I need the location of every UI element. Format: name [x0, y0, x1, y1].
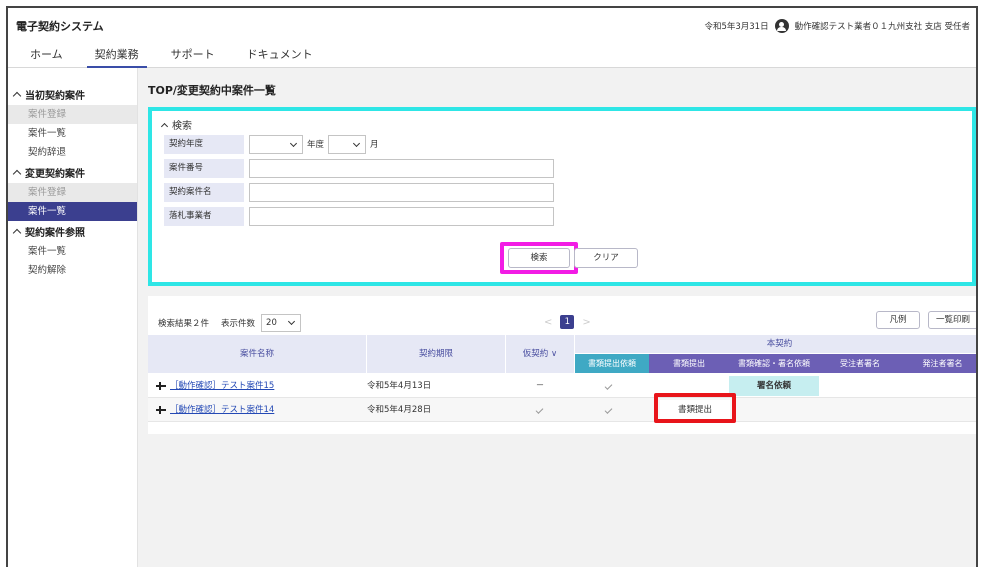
results-count: 検索結果２件 — [158, 319, 210, 329]
month-select[interactable] — [328, 134, 367, 154]
bidder-row: 落札事業者 — [164, 206, 554, 226]
bidder-label: 落札事業者 — [164, 206, 244, 226]
row-period: 令和5年4月28日 — [367, 405, 432, 415]
row-name-cell: ［動作確認］テスト案件15 — [156, 374, 274, 398]
sidebar-item-reference-list[interactable]: 案件一覧 — [8, 242, 137, 261]
main-content: TOP/変更契約中案件一覧 検索 契約年度 年度 月 案件番号 契約案件名 落札… — [138, 68, 976, 567]
case-number-row: 案件番号 — [164, 158, 554, 178]
status-badge: 署名依頼 — [729, 376, 819, 396]
year-row: 契約年度 年度 月 — [164, 134, 383, 154]
sidebar-group-initial[interactable]: 当初契約案件 — [8, 84, 137, 105]
sidebar: 当初契約案件 案件登録 案件一覧 契約辞退 変更契約案件 案件登録 案件一覧 契… — [8, 68, 138, 567]
sidebar-group-reference[interactable]: 契約案件参照 — [8, 221, 137, 242]
print-list-button[interactable]: 一覧印刷 — [928, 311, 976, 329]
chevron-up-icon — [12, 228, 22, 238]
status-highlight — [654, 393, 736, 423]
search-heading: 検索 — [172, 121, 192, 132]
case-number-label: 案件番号 — [164, 158, 244, 178]
user-icon[interactable] — [774, 19, 789, 33]
month-unit: 月 — [370, 140, 379, 150]
step-document-submit: 書類提出 — [649, 354, 729, 373]
clear-button[interactable]: クリア — [574, 248, 638, 268]
chevron-up-icon — [12, 169, 22, 179]
search-toggle[interactable]: 検索 — [160, 117, 192, 132]
next-page-icon[interactable]: > — [582, 317, 590, 328]
check-icon — [604, 398, 613, 422]
step-orderer-sign: 発注者署名 — [901, 354, 976, 373]
prev-page-icon[interactable]: < — [544, 317, 552, 328]
sidebar-item-change-register: 案件登録 — [8, 183, 137, 202]
col-case-name: 案件名称 — [148, 335, 366, 373]
per-page-select[interactable]: 20 — [261, 314, 302, 332]
page-title: TOP/変更契約中案件一覧 — [148, 84, 276, 97]
sidebar-group-change[interactable]: 変更契約案件 — [8, 162, 137, 183]
nav-contract[interactable]: 契約業務 — [79, 46, 155, 68]
search-button[interactable]: 検索 — [508, 248, 570, 268]
col-provisional[interactable]: 仮契約 ∨ — [506, 335, 574, 373]
pagination: < 1 > — [544, 315, 591, 329]
step-document-request: 書類提出依頼 — [575, 354, 649, 373]
row-provisional: － — [535, 381, 545, 391]
chevron-down-icon — [289, 139, 298, 147]
app-title: 電子契約システム — [16, 20, 104, 33]
nav-document[interactable]: ドキュメント — [231, 46, 329, 67]
per-page-value: 20 — [266, 318, 277, 328]
bidder-input[interactable] — [249, 206, 554, 226]
legend-button[interactable]: 凡例 — [876, 311, 920, 329]
app-window: 電子契約システム 令和5年3月31日 動作確認テスト業者０１九州支社 支店 受任… — [6, 6, 978, 567]
results-header: 検索結果２件 表示件数 20 — [158, 314, 302, 332]
sidebar-item-initial-register: 案件登録 — [8, 105, 137, 124]
check-icon — [535, 398, 544, 422]
page-number[interactable]: 1 — [560, 315, 575, 329]
table-row: ［動作確認］テスト案件14 令和5年4月28日 書類提出 — [148, 393, 976, 423]
sidebar-item-initial-decline[interactable]: 契約辞退 — [8, 143, 137, 162]
year-select[interactable] — [249, 134, 303, 154]
table-header: 案件名称 契約期限 仮契約 ∨ 本契約 書類提出依頼 書類提出 書類確認・署名依… — [148, 335, 976, 373]
main-nav: ホーム 契約業務 サポート ドキュメント — [8, 44, 976, 68]
sidebar-group-label: 当初契約案件 — [25, 91, 85, 102]
table-row: ［動作確認］テスト案件15 令和5年4月13日 － 署名依頼 — [148, 374, 976, 398]
row-name-cell: ［動作確認］テスト案件14 — [156, 398, 274, 422]
row-period: 令和5年4月13日 — [367, 381, 432, 391]
pin-icon[interactable] — [156, 405, 166, 414]
case-number-input[interactable] — [249, 158, 554, 178]
results-panel: 検索結果２件 表示件数 20 < 1 > 凡例 一覧印刷 案件名称 契約期限 仮… — [148, 296, 976, 434]
nav-home[interactable]: ホーム — [30, 46, 79, 67]
case-link[interactable]: ［動作確認］テスト案件14 — [170, 405, 274, 415]
case-link[interactable]: ［動作確認］テスト案件15 — [170, 381, 274, 391]
sidebar-group-label: 契約案件参照 — [25, 228, 85, 239]
chevron-down-icon — [287, 317, 296, 326]
sidebar-group-label: 変更契約案件 — [25, 169, 85, 180]
case-name-label: 契約案件名 — [164, 182, 244, 202]
top-bar: 電子契約システム 令和5年3月31日 動作確認テスト業者０１九州支社 支店 受任… — [8, 8, 976, 44]
year-unit: 年度 — [307, 140, 325, 150]
header-date: 令和5年3月31日 — [704, 22, 769, 32]
chevron-up-icon — [12, 91, 22, 101]
header-user[interactable]: 動作確認テスト業者０１九州支社 支店 受任者 — [795, 20, 970, 32]
chevron-up-icon — [160, 122, 169, 130]
col-period: 契約期限 — [367, 335, 505, 373]
chevron-down-icon — [352, 139, 361, 147]
per-page-label: 表示件数 — [221, 319, 256, 329]
case-name-input[interactable] — [249, 182, 554, 202]
sidebar-item-initial-list[interactable]: 案件一覧 — [8, 124, 137, 143]
case-name-row: 契約案件名 — [164, 182, 554, 202]
sidebar-item-reference-cancel[interactable]: 契約解除 — [8, 261, 137, 280]
pin-icon[interactable] — [156, 381, 166, 390]
user-area: 令和5年3月31日 動作確認テスト業者０１九州支社 支店 受任者 — [704, 19, 970, 33]
step-contractor-sign: 受注者署名 — [819, 354, 901, 373]
col-main-contract: 本契約 — [575, 335, 976, 353]
nav-support[interactable]: サポート — [155, 46, 231, 67]
step-document-confirm: 書類確認・署名依頼 — [729, 354, 819, 373]
year-label: 契約年度 — [164, 134, 244, 154]
search-panel: 検索 契約年度 年度 月 案件番号 契約案件名 落札事業者 検索 クリア — [148, 107, 976, 286]
check-icon — [604, 374, 613, 398]
sidebar-item-change-list[interactable]: 案件一覧 — [8, 202, 137, 221]
